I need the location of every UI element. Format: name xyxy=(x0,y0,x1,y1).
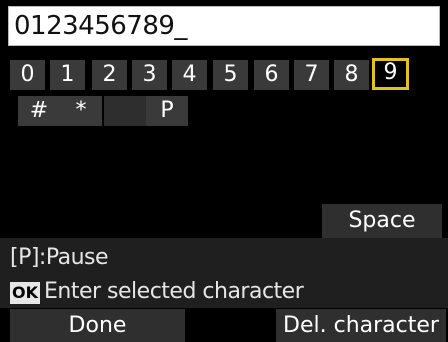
key-4[interactable]: 4 xyxy=(172,60,207,90)
pause-hint: [P]:Pause xyxy=(10,245,109,270)
key-2[interactable]: 2 xyxy=(92,60,127,90)
key-9[interactable]: 9 xyxy=(372,58,409,90)
key-6[interactable]: 6 xyxy=(254,60,289,90)
space-button[interactable]: Space xyxy=(322,204,442,238)
key-3[interactable]: 3 xyxy=(132,60,167,90)
key-0[interactable]: 0 xyxy=(10,60,45,90)
key-blank[interactable] xyxy=(104,96,146,126)
key-7[interactable]: 7 xyxy=(294,60,329,90)
key-8[interactable]: 8 xyxy=(334,60,369,90)
delete-character-button[interactable]: Del. character xyxy=(276,309,446,342)
number-input-field[interactable]: 0123456789_ xyxy=(8,6,440,46)
key-hash[interactable]: # xyxy=(18,96,60,126)
key-1[interactable]: 1 xyxy=(50,60,85,90)
key-5[interactable]: 5 xyxy=(213,60,248,90)
ok-hint: Enter selected character xyxy=(44,279,304,304)
ok-button-icon: OK xyxy=(10,282,40,304)
done-button[interactable]: Done xyxy=(10,309,185,342)
key-asterisk[interactable]: * xyxy=(60,96,102,126)
input-value: 0123456789_ xyxy=(14,11,187,41)
key-pause[interactable]: P xyxy=(146,96,188,126)
